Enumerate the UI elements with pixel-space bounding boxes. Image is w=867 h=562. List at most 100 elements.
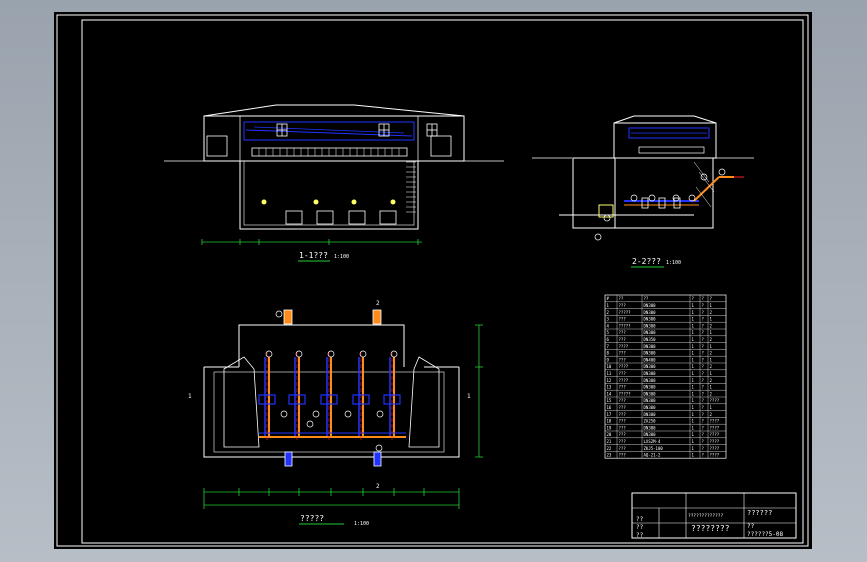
table-row-cell: ? (702, 419, 705, 424)
table-row-cell: ? (702, 310, 705, 315)
table-row-cell: 2 (710, 391, 713, 396)
plan-view: 2 2 1 1 ????? 1:100 (188, 300, 483, 527)
table-row-cell: 1 (710, 330, 713, 335)
table-row-cell: DN300 (644, 303, 657, 308)
table-row-cell: 3 (607, 317, 610, 322)
table-row-cell: ????? (619, 323, 632, 328)
table-row-cell: DN300 (644, 412, 657, 417)
table-row-cell: 1 (692, 425, 695, 430)
pump-icon (258, 394, 401, 405)
table-row-cell: ??? (619, 453, 627, 458)
section-marker-2-top: 2 (376, 300, 380, 307)
table-header-cell: ? (702, 296, 705, 301)
table-row-cell: 1 (710, 405, 713, 410)
roof-outline (203, 104, 465, 117)
wet-well (239, 160, 419, 230)
section-marker-2-bottom: 2 (376, 483, 380, 490)
table-row-cell: 2 (710, 337, 713, 342)
table-row-cell: ???? (710, 425, 720, 430)
table-row-cell: DN300 (644, 351, 657, 356)
table-row-cell: ???? (619, 364, 629, 369)
table-row-cell: ??? (619, 330, 627, 335)
table-row-cell: ??? (619, 337, 627, 342)
table-row-cell: 1 (692, 357, 695, 362)
table-row-cell: 21 (607, 439, 612, 444)
table-row-cell: ? (702, 317, 705, 322)
table-row-cell: ? (702, 378, 705, 383)
grating-platform (251, 147, 408, 157)
table-row-cell: 1 (692, 323, 695, 328)
title-block: ????????????? ?????? ?? ?? ?? ???????? ?… (631, 492, 797, 539)
table-row-cell: DN350 (644, 337, 657, 342)
table-row-cell: ??? (619, 398, 627, 403)
table-row-cell: 2 (710, 378, 713, 383)
table-row-cell: ? (702, 425, 705, 430)
table-row-cell: 1 (692, 405, 695, 410)
cad-viewport[interactable]: 1-1??? 1:100 2-2??? 1:100 2 2 1 1 ????? … (54, 12, 812, 549)
table-row-cell: 1 (710, 371, 713, 376)
table-row-cell: 10 (607, 364, 612, 369)
table-row-cell: ? (702, 391, 705, 396)
table-row-cell: 6 (607, 337, 610, 342)
table-row-cell: ? (702, 398, 705, 403)
table-row-cell: 1 (692, 344, 695, 349)
table-row-cell: 19 (607, 425, 612, 430)
table-row-cell: 20 (607, 432, 612, 437)
table-row-cell: 1 (710, 385, 713, 390)
table-row-cell: 1 (710, 357, 713, 362)
table-row-cell: ? (702, 344, 705, 349)
table-row-cell: ? (702, 351, 705, 356)
table-row-cell: 1 (710, 303, 713, 308)
section-2-2-scale: 1:100 (666, 260, 681, 266)
pump-icon (285, 210, 397, 225)
table-header-cell: ? (692, 296, 695, 301)
table-row-cell: ? (702, 330, 705, 335)
table-row-cell: DN400 (644, 357, 657, 362)
title-check-label: ?? (636, 524, 644, 531)
cad-drawing: 1-1??? 1:100 2-2??? 1:100 2 2 1 1 ????? … (56, 14, 809, 547)
table-row-cell: ???? (710, 432, 720, 437)
table-row-cell: 9 (607, 357, 610, 362)
table-row-cell: 2 (710, 412, 713, 417)
table-row-cell: ? (702, 412, 705, 417)
sheet-inner-border (81, 19, 804, 544)
table-row-cell: ? (702, 357, 705, 362)
section-2-2-title: 2-2??? (632, 257, 661, 266)
table-row-cell: DN300 (644, 344, 657, 349)
table-row-cell: 23 (607, 453, 612, 458)
title-design-label: ?? (636, 516, 644, 523)
table-row-cell: 1 (692, 391, 695, 396)
table-header-cell: # (607, 296, 610, 301)
table-row-cell: 1 (692, 453, 695, 458)
table-row-cell: DN300 (644, 405, 657, 410)
section-marker-1-left: 1 (188, 393, 192, 400)
table-row-cell: 1 (692, 351, 695, 356)
table-row-cell: ??? (619, 371, 627, 376)
table-row-cell: DN300 (644, 330, 657, 335)
title-main: ?????? (747, 509, 772, 517)
table-row-cell: ???? (710, 439, 720, 444)
table-row-cell: 1 (692, 385, 695, 390)
section-1-1-scale: 1:100 (334, 254, 349, 260)
superstructure (203, 115, 465, 162)
table-row-cell: 14 (607, 391, 612, 396)
table-row-cell: ? (702, 439, 705, 444)
title-date-label: ?? (747, 523, 755, 530)
table-row-cell: 2 (710, 310, 713, 315)
table-row-cell: ??? (619, 432, 627, 437)
table-row-cell: ? (702, 453, 705, 458)
table-row-cell: 1 (710, 344, 713, 349)
table-row-cell: 11 (607, 371, 612, 376)
title-drawing-name: ???????? (691, 524, 730, 533)
table-row-cell: 2 (710, 323, 713, 328)
table-row-cell: ??? (619, 439, 627, 444)
table-row-cell: ? (702, 432, 705, 437)
sheet-outer-border (56, 14, 809, 547)
table-row-cell: ???? (710, 446, 720, 451)
title-review-label: ?? (636, 532, 644, 539)
table-row-cell: 2 (710, 364, 713, 369)
table-row-cell: 13 (607, 385, 612, 390)
table-row-cell: ? (702, 323, 705, 328)
table-row-cell: 1 (692, 446, 695, 451)
title-project: ????????????? (688, 513, 724, 519)
